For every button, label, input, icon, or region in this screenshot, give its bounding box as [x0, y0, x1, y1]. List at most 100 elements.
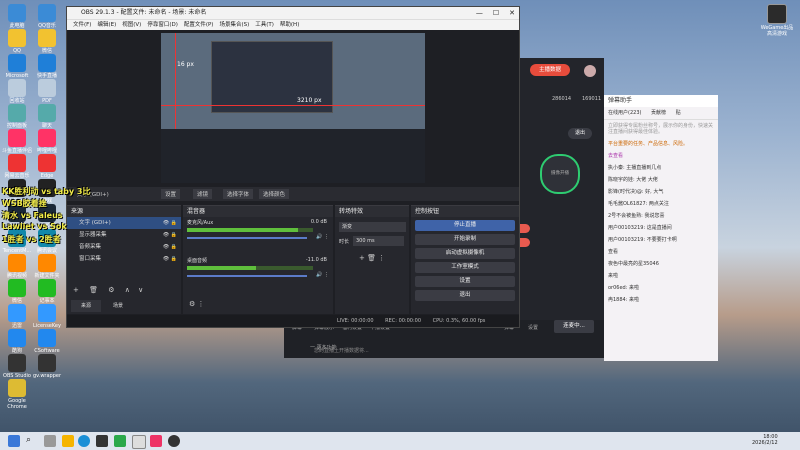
duration-input[interactable]: 300 ms [353, 236, 404, 246]
bottom-settings[interactable]: 设置 [528, 324, 538, 331]
vip-link[interactable]: 去查看 [604, 150, 718, 162]
clock[interactable]: 18:00 2026/2/12 [752, 434, 778, 446]
mixer-gear-icon[interactable]: ⚙ ⋮ [189, 300, 205, 308]
tab-online-users[interactable]: 在线用户(223) [608, 110, 641, 116]
taskbar-app-icon-3[interactable] [132, 435, 146, 449]
control-button[interactable]: 退出 [415, 290, 515, 301]
menu-item[interactable]: 配置文件(P) [184, 22, 214, 28]
control-button[interactable]: 开始录制 [415, 234, 515, 245]
desktop-icon[interactable]: 聊天 [32, 104, 62, 129]
desktop-icon[interactable]: 记事本 [32, 279, 62, 304]
desktop-icon[interactable]: Edge [32, 154, 62, 179]
source-settings-button[interactable]: 设置 [161, 189, 181, 199]
desktop-icon[interactable]: CSoftware [32, 329, 62, 354]
edge-icon[interactable] [78, 435, 90, 447]
desktop-icon[interactable]: 网易云音乐 [2, 154, 32, 179]
start-icon[interactable] [8, 435, 20, 447]
menu-item[interactable]: 文件(F) [73, 22, 91, 28]
search-icon[interactable]: ⌕ [26, 435, 38, 447]
desktop-icon[interactable]: OBS Studio [2, 354, 32, 379]
desktop-icon[interactable]: 哔哩哔哩 [32, 129, 62, 154]
trash-icon[interactable]: 🗑 [89, 286, 98, 294]
overlay-text-line: 清水 vs Faleus [2, 211, 63, 220]
task-view-icon[interactable] [44, 435, 56, 447]
desktop-icon[interactable]: 微信 [32, 29, 62, 54]
desktop-icon[interactable]: 此电脑 [2, 4, 32, 29]
control-button[interactable]: 停止直播 [415, 220, 515, 231]
source-item[interactable]: 文字 (GDI+) 👁 🔒 [67, 217, 181, 229]
tab-contribution[interactable]: 贡献榜 [651, 110, 666, 116]
co-stream-button[interactable]: 连麦中... [554, 320, 594, 333]
desktop-icon[interactable]: 酷狗 [2, 329, 32, 354]
desktop-icon[interactable]: 快手直播 [32, 54, 62, 79]
volume-slider[interactable] [187, 237, 307, 239]
menu-item[interactable]: 场景集合(S) [219, 22, 249, 28]
menu-item[interactable]: 帮助(H) [280, 22, 299, 28]
obs-taskbar-icon[interactable] [168, 435, 180, 447]
visibility-lock-icon[interactable]: 👁 🔒 [163, 241, 177, 253]
select-color-button[interactable]: 选择颜色 [259, 189, 290, 199]
mute-icon[interactable]: 🔊 ⋮ [316, 272, 329, 278]
menu-item[interactable]: 视图(V) [122, 22, 141, 28]
host-data-button[interactable]: 主播数据 [530, 64, 570, 76]
tab-scenes[interactable]: 场景 [103, 300, 133, 312]
visibility-lock-icon[interactable]: 👁 🔒 [163, 253, 177, 265]
maximize-icon[interactable]: ☐ [493, 9, 499, 17]
taskbar-app-icon-2[interactable] [114, 435, 126, 447]
visibility-lock-icon[interactable]: 👁 🔒 [163, 229, 177, 241]
menu-item[interactable]: 工具(T) [255, 22, 274, 28]
desktop-icon-label: Google Chrome [7, 398, 27, 410]
arrow-down-icon[interactable]: ∨ [138, 286, 143, 294]
app-icon [38, 104, 56, 122]
control-button[interactable]: 工作室模式 [415, 262, 515, 273]
source-filters-button[interactable]: 滤镜 [193, 189, 213, 199]
desktop-icon[interactable]: LicenseKey [32, 304, 62, 329]
exit-button[interactable]: 退出 [568, 128, 592, 139]
remove-transition-icon[interactable]: 🗑 [367, 254, 376, 262]
select-font-button[interactable]: 选择字体 [223, 189, 254, 199]
desktop-icon[interactable]: 回收站 [2, 79, 32, 104]
chat-header: 弹幕助手 [604, 95, 718, 107]
overlay-text-line: Lawliet vs Sok [2, 222, 67, 231]
tab-sources[interactable]: 来源 [71, 300, 101, 312]
mute-icon[interactable]: 🔊 ⋮ [316, 234, 329, 240]
controls-dock: 控制按钮 停止直播 开始录制 启动虚拟摄像机 工作室模式 设置 退出 [411, 205, 519, 314]
arrow-up-icon[interactable]: ∧ [125, 286, 130, 294]
menu-item[interactable]: 编辑(E) [97, 22, 116, 28]
close-icon[interactable]: ✕ [509, 9, 515, 17]
add-icon[interactable]: + [73, 286, 79, 294]
gear-icon[interactable]: ⚙ [108, 286, 114, 294]
desktop-icon[interactable]: 迅雷 [2, 304, 32, 329]
desktop-icon-wegame[interactable]: WeGame出品 高清游戏 [760, 4, 794, 37]
tab-post[interactable]: 贴 [676, 110, 681, 116]
desktop-icon[interactable]: 腾讯视频 [2, 254, 32, 279]
menu-item[interactable]: 停靠窗口(D) [147, 22, 178, 28]
desktop-icon[interactable]: 控制面板 [2, 104, 32, 129]
source-item[interactable]: 音频采集 👁 🔒 [67, 241, 181, 253]
taskbar-app-icon[interactable] [96, 435, 108, 447]
sources-dock: 来源 文字 (GDI+) 👁 🔒 显示器采集 👁 🔒 音频采集 👁 🔒 窗口采集 👁 🔒 + … [67, 205, 181, 314]
taskbar-app-icon-4[interactable] [150, 435, 162, 447]
desktop-icon[interactable]: QQ音乐 [32, 4, 62, 29]
volume-slider[interactable] [187, 275, 307, 277]
control-button[interactable]: 设置 [415, 276, 515, 287]
desktop-icon[interactable]: 新建文件夹 [32, 254, 62, 279]
desktop-icon[interactable]: gv.wrapper [32, 354, 62, 379]
source-item[interactable]: 窗口采集 👁 🔒 [67, 253, 181, 265]
desktop-icon[interactable]: 斗鱼直播伴侣 [2, 129, 32, 154]
desktop-icon[interactable]: 微信 [2, 279, 32, 304]
file-explorer-icon[interactable] [62, 435, 74, 447]
avatar[interactable] [584, 65, 596, 77]
desktop-icon[interactable]: QQ [2, 29, 32, 54]
source-item[interactable]: 显示器采集 👁 🔒 [67, 229, 181, 241]
minimize-icon[interactable]: — [476, 9, 483, 17]
camera-start-button[interactable]: 摄像开播 [540, 154, 580, 194]
obs-preview[interactable]: 16 px 3210 px [161, 33, 425, 183]
add-transition-icon[interactable]: + [359, 254, 365, 262]
more-icon[interactable]: ⋮ [378, 254, 385, 262]
desktop-icon[interactable]: Google Chrome [2, 379, 32, 410]
desktop-icon[interactable]: PDF [32, 79, 62, 104]
transition-select[interactable]: 渐变 [339, 222, 406, 232]
control-button[interactable]: 启动虚拟摄像机 [415, 248, 515, 259]
visibility-lock-icon[interactable]: 👁 🔒 [163, 217, 177, 229]
